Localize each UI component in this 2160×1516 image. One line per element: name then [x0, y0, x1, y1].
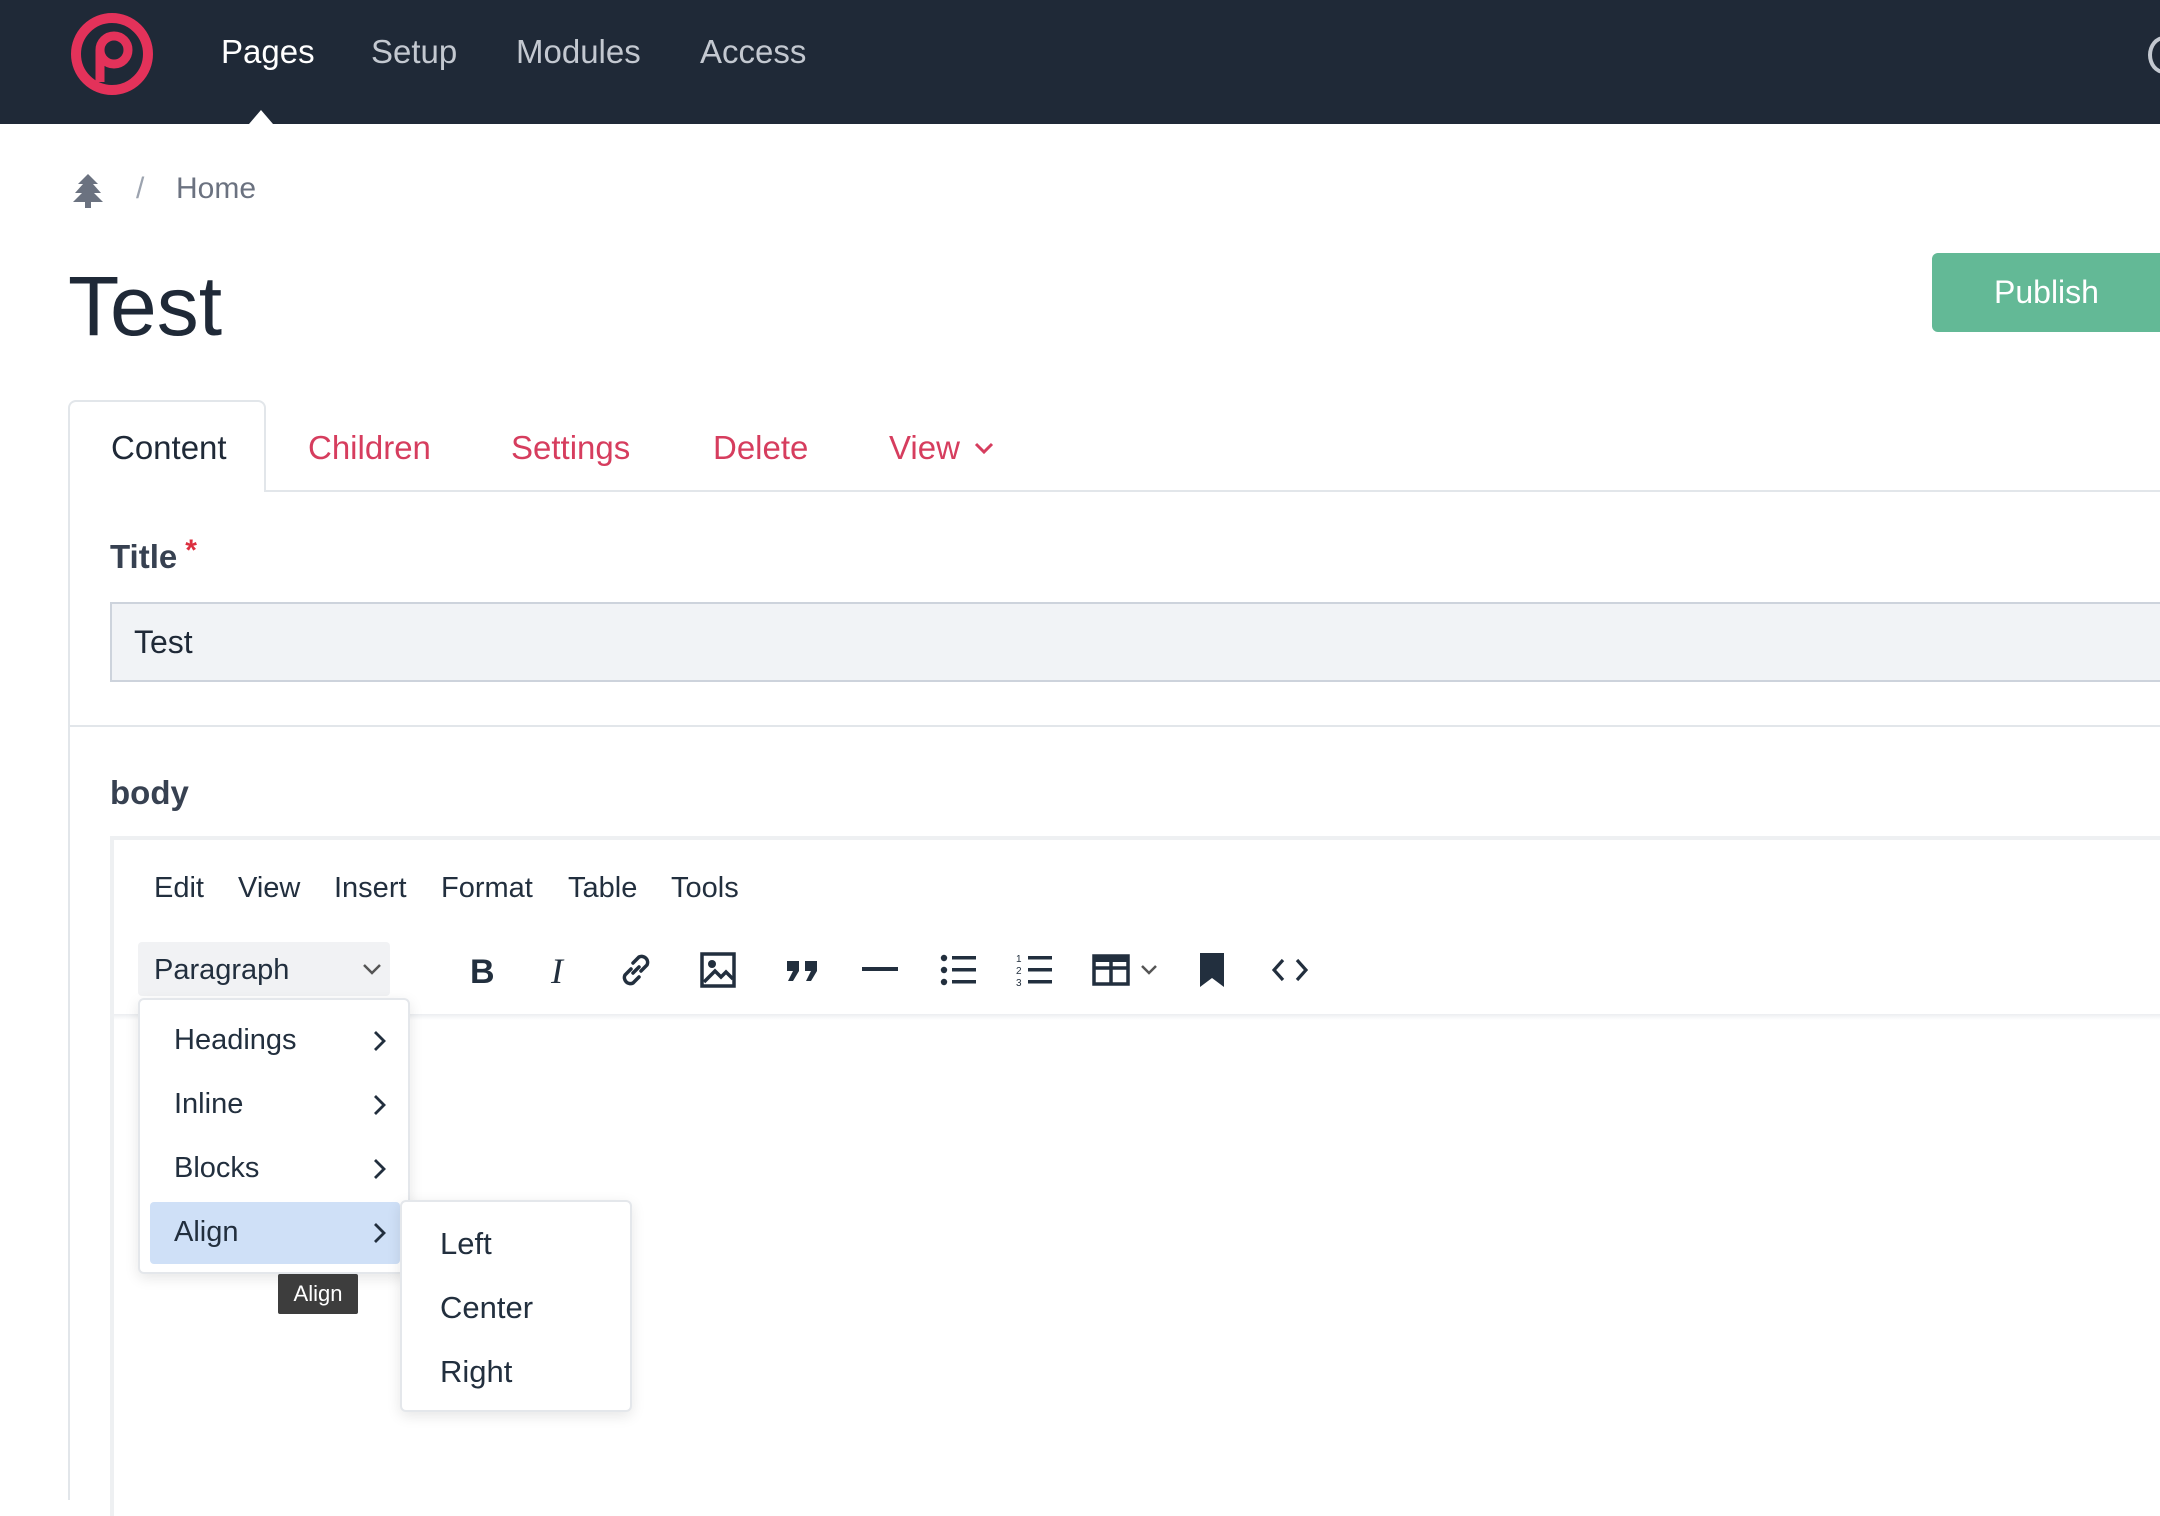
publish-button[interactable]: Publish — [1932, 253, 2160, 332]
format-menu-item-inline[interactable]: Inline — [150, 1074, 400, 1136]
link-icon[interactable] — [614, 944, 658, 996]
align-right-option[interactable]: Right — [440, 1354, 512, 1390]
processwire-logo-icon[interactable] — [70, 12, 154, 96]
top-navbar: Pages Setup Modules Access — [0, 0, 2160, 124]
chevron-right-icon — [374, 1223, 386, 1243]
italic-icon[interactable]: I — [538, 944, 582, 996]
align-tooltip: Align — [278, 1274, 358, 1314]
breadcrumb-home[interactable]: Home — [176, 172, 256, 206]
format-menu-item-headings[interactable]: Headings — [150, 1010, 400, 1072]
format-menu-item-label: Headings — [174, 1024, 297, 1056]
bookmark-icon[interactable] — [1190, 944, 1234, 996]
format-menu-item-label: Blocks — [174, 1152, 260, 1184]
svg-text:1: 1 — [1016, 954, 1022, 965]
format-menu-item-blocks[interactable]: Blocks — [150, 1138, 400, 1200]
tab-children[interactable]: Children — [308, 428, 431, 468]
bold-icon[interactable]: B — [460, 944, 504, 996]
chevron-right-icon — [374, 1031, 386, 1051]
editor-menu-insert[interactable]: Insert — [334, 872, 407, 905]
image-icon[interactable] — [696, 944, 740, 996]
chevron-right-icon — [374, 1159, 386, 1179]
page-title: Test — [68, 259, 223, 353]
svg-text:3: 3 — [1016, 978, 1022, 987]
source-code-icon[interactable] — [1268, 944, 1312, 996]
format-menu-item-label: Inline — [174, 1088, 244, 1120]
title-input[interactable] — [110, 602, 2160, 682]
breadcrumb-separator: / — [136, 172, 145, 205]
editor-menu-view[interactable]: View — [238, 872, 300, 905]
user-menu-icon[interactable] — [2148, 36, 2160, 74]
table-icon[interactable] — [1090, 944, 1166, 996]
nav-item-pages[interactable]: Pages — [221, 30, 315, 74]
editor-menu-tools[interactable]: Tools — [671, 872, 739, 905]
body-field-label: body — [110, 774, 189, 811]
panel-border — [68, 490, 70, 1500]
active-nav-indicator — [249, 110, 273, 124]
nav-item-modules[interactable]: Modules — [516, 30, 641, 74]
nav-item-setup[interactable]: Setup — [371, 30, 457, 74]
format-dropdown-menu: Headings Inline Blocks Align — [138, 998, 410, 1274]
tabs-underline — [68, 490, 2160, 492]
toolbar-shadow — [114, 1014, 2160, 1020]
tree-icon[interactable] — [72, 174, 104, 208]
tab-view[interactable]: View — [889, 428, 960, 468]
block-format-value: Paragraph — [154, 954, 290, 986]
svg-text:B: B — [470, 953, 495, 987]
field-divider — [70, 725, 2160, 727]
align-left-option[interactable]: Left — [440, 1226, 492, 1262]
svg-text:I: I — [550, 953, 565, 987]
tab-delete[interactable]: Delete — [713, 428, 808, 468]
numbered-list-icon[interactable]: 1 2 3 — [1012, 944, 1056, 996]
chevron-right-icon — [374, 1095, 386, 1115]
align-center-option[interactable]: Center — [440, 1290, 533, 1326]
tab-settings[interactable]: Settings — [511, 428, 630, 468]
format-menu-item-label: Align — [174, 1216, 239, 1248]
blockquote-icon[interactable] — [780, 944, 824, 996]
editor-menu-edit[interactable]: Edit — [154, 872, 204, 905]
tab-content[interactable]: Content — [111, 428, 227, 468]
editor-menu-format[interactable]: Format — [441, 872, 533, 905]
rich-text-editor[interactable] — [110, 836, 2160, 1516]
chevron-down-icon[interactable] — [974, 442, 994, 454]
nav-item-access[interactable]: Access — [700, 30, 806, 74]
bullet-list-icon[interactable] — [936, 944, 980, 996]
svg-text:2: 2 — [1016, 966, 1022, 977]
format-menu-item-align[interactable]: Align — [150, 1202, 400, 1264]
align-submenu: Left Center Right — [400, 1200, 632, 1412]
required-marker: * — [185, 534, 197, 567]
chevron-down-icon — [363, 964, 381, 975]
title-field-label: Title * — [110, 534, 197, 575]
editor-menu-table[interactable]: Table — [568, 872, 637, 905]
horizontal-rule-icon[interactable] — [858, 944, 902, 996]
